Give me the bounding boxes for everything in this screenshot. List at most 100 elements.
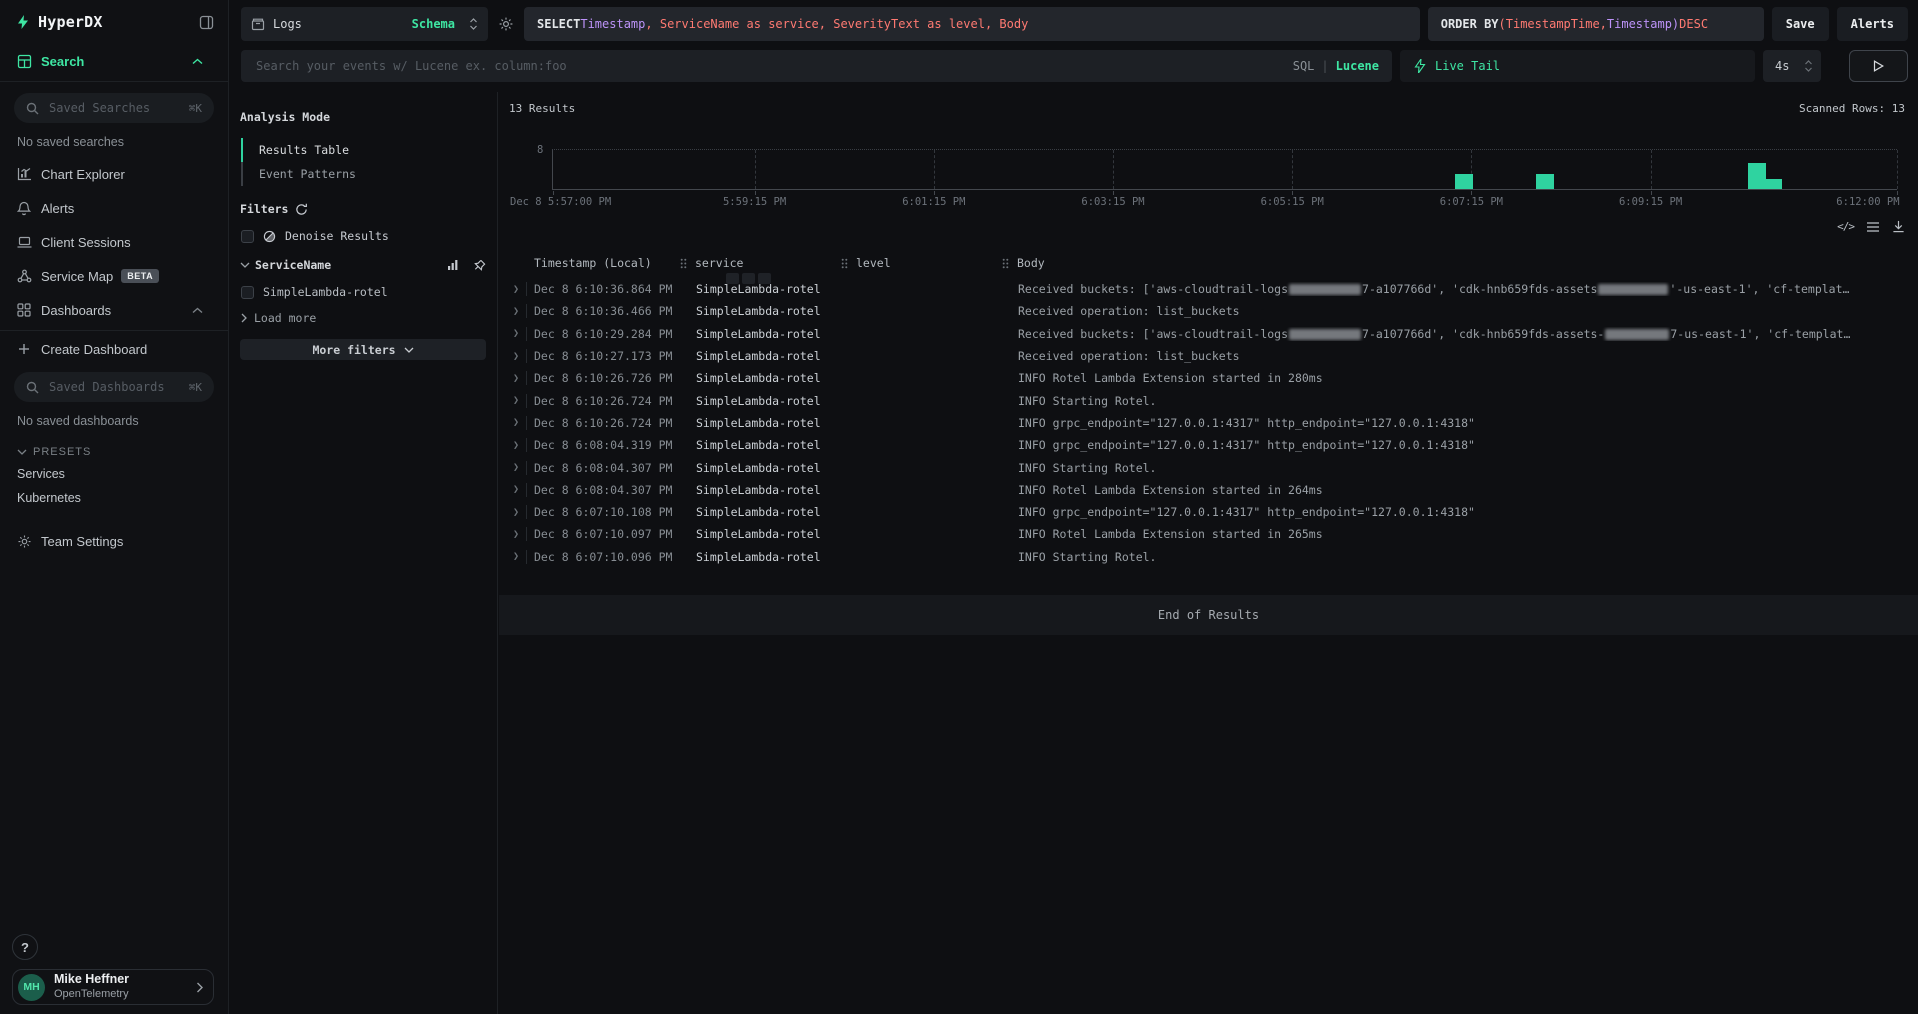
facet-value[interactable]: SimpleLambda-rotel xyxy=(241,285,486,299)
cell-service: SimpleLambda-rotel xyxy=(696,527,857,541)
results-histogram[interactable]: 8 Dec 8 5:57:00 PM5:59:15 PM6:01:15 PM6:… xyxy=(552,149,1897,190)
table-row[interactable]: ❯Dec 8 6:07:10.097 PMSimpleLambda-rotelI… xyxy=(498,523,1918,545)
saved-searches-input[interactable] xyxy=(47,100,189,116)
event-search-input[interactable] xyxy=(254,58,1285,74)
column-header-service[interactable]: service xyxy=(696,256,857,270)
panel-toggle-icon[interactable] xyxy=(199,15,214,30)
table-row[interactable]: ❯Dec 8 6:10:36.864 PMSimpleLambda-rotelR… xyxy=(498,278,1918,300)
row-expand-chevron[interactable]: ❯ xyxy=(506,351,526,362)
sql-option[interactable]: SQL xyxy=(1293,59,1315,73)
sidebar-item-search[interactable]: Search xyxy=(0,44,228,78)
denoise-checkbox[interactable] xyxy=(241,230,254,243)
analysis-mode-header: Analysis Mode xyxy=(240,110,486,124)
table-row[interactable]: ❯Dec 8 6:10:26.724 PMSimpleLambda-rotelI… xyxy=(498,389,1918,411)
table-row[interactable]: ❯Dec 8 6:10:27.173 PMSimpleLambda-rotelR… xyxy=(498,345,1918,367)
row-expand-chevron[interactable]: ❯ xyxy=(506,507,526,518)
facet-values: SimpleLambda-rotel xyxy=(240,285,486,299)
refresh-interval-select[interactable]: 4s xyxy=(1763,50,1821,82)
row-expand-chevron[interactable]: ❯ xyxy=(506,284,526,295)
column-label: Body xyxy=(1017,256,1045,270)
denoise-results-filter[interactable]: Denoise Results xyxy=(241,229,486,243)
table-row[interactable]: ❯Dec 8 6:08:04.307 PMSimpleLambda-rotelI… xyxy=(498,456,1918,478)
x-axis-tick xyxy=(1471,191,1472,195)
table-row[interactable]: ❯Dec 8 6:08:04.319 PMSimpleLambda-rotelI… xyxy=(498,434,1918,456)
redacted-text xyxy=(1605,329,1669,340)
table-row[interactable]: ❯Dec 8 6:08:04.307 PMSimpleLambda-rotelI… xyxy=(498,479,1918,501)
table-row[interactable]: ❯Dec 8 6:07:10.096 PMSimpleLambda-rotelI… xyxy=(498,546,1918,568)
facet-servicename-header[interactable]: ServiceName xyxy=(240,258,486,272)
lucene-option[interactable]: Lucene xyxy=(1336,59,1379,73)
order-by-editor[interactable]: ORDER BY (TimestampTime, Timestamp) DESC xyxy=(1428,7,1764,41)
sidebar-item-dashboards[interactable]: Dashboards xyxy=(0,293,228,327)
column-grip-icon[interactable] xyxy=(680,258,687,269)
list-icon[interactable] xyxy=(1866,221,1880,233)
presets-toggle[interactable]: PRESETS xyxy=(0,436,228,462)
shortcut-badge: ⌘K xyxy=(189,381,202,394)
column-grip-icon[interactable] xyxy=(841,258,848,269)
load-more-button[interactable]: Load more xyxy=(241,311,486,325)
code-icon[interactable]: </> xyxy=(1837,220,1854,233)
query-language-toggle[interactable]: SQL | Lucene xyxy=(1293,59,1379,73)
cell-service: SimpleLambda-rotel xyxy=(696,304,857,318)
help-button[interactable]: ? xyxy=(12,934,38,960)
sidebar-item-team-settings[interactable]: Team Settings xyxy=(0,524,228,558)
row-expand-chevron[interactable]: ❯ xyxy=(506,417,526,428)
chevron-up-icon[interactable] xyxy=(189,58,205,65)
event-search-box[interactable]: SQL | Lucene xyxy=(241,50,1392,82)
preset-item-kubernetes[interactable]: Kubernetes xyxy=(0,486,228,510)
play-button[interactable] xyxy=(1849,50,1908,82)
more-filters-button[interactable]: More filters xyxy=(240,339,486,360)
cell-body: Received operation: list_buckets xyxy=(1018,349,1918,363)
sidebar-item-client-sessions[interactable]: Client Sessions xyxy=(0,225,228,259)
row-expand-chevron[interactable]: ❯ xyxy=(506,551,526,562)
select-query-editor[interactable]: SELECT Timestamp, ServiceName as service… xyxy=(524,7,1420,41)
row-expand-chevron[interactable]: ❯ xyxy=(506,462,526,473)
row-expand-chevron[interactable]: ❯ xyxy=(506,395,526,406)
results-count: 13 Results xyxy=(509,102,575,115)
row-expand-chevron[interactable]: ❯ xyxy=(506,529,526,540)
sidebar-item-alerts[interactable]: Alerts xyxy=(0,191,228,225)
table-row[interactable]: ❯Dec 8 6:07:10.108 PMSimpleLambda-rotelI… xyxy=(498,501,1918,523)
chart-gridline xyxy=(934,150,935,189)
source-select[interactable]: Logs Schema xyxy=(241,7,488,41)
gear-icon[interactable] xyxy=(496,16,516,32)
saved-searches-search[interactable]: ⌘K xyxy=(14,93,214,123)
create-dashboard-button[interactable]: Create Dashboard xyxy=(0,334,228,364)
preset-item-services[interactable]: Services xyxy=(0,462,228,486)
download-icon[interactable] xyxy=(1892,220,1905,233)
cell-body: INFO Rotel Lambda Extension started in 2… xyxy=(1018,483,1918,497)
save-button[interactable]: Save xyxy=(1772,7,1829,41)
column-grip-icon[interactable] xyxy=(1002,258,1009,269)
sidebar-item-service-map[interactable]: Service MapBETA xyxy=(0,259,228,293)
logo-row: HyperDX xyxy=(0,0,228,44)
live-tail-button[interactable]: Live Tail xyxy=(1400,50,1755,82)
sidebar-item-chart-explorer[interactable]: Chart Explorer xyxy=(0,157,228,191)
alerts-button[interactable]: Alerts xyxy=(1837,7,1908,41)
chevron-down-icon xyxy=(17,449,27,455)
table-row[interactable]: ❯Dec 8 6:10:36.466 PMSimpleLambda-rotelR… xyxy=(498,300,1918,322)
mode-results-table[interactable]: Results Table xyxy=(241,138,486,162)
table-row[interactable]: ❯Dec 8 6:10:29.284 PMSimpleLambda-rotelR… xyxy=(498,323,1918,345)
shortcut-badge: ⌘K xyxy=(189,102,202,115)
chevron-up-icon[interactable] xyxy=(189,307,205,314)
live-tail-label: Live Tail xyxy=(1435,59,1500,73)
mini-chart-icon[interactable] xyxy=(447,259,461,272)
cell-timestamp: Dec 8 6:10:26.726 PM xyxy=(526,371,696,385)
refresh-icon[interactable] xyxy=(295,203,308,216)
mode-event-patterns[interactable]: Event Patterns xyxy=(241,162,486,186)
facet-value-checkbox[interactable] xyxy=(241,286,254,299)
saved-dashboards-search[interactable]: ⌘K xyxy=(14,372,214,402)
column-header-body[interactable]: Body xyxy=(1018,256,1918,270)
table-row[interactable]: ❯Dec 8 6:10:26.726 PMSimpleLambda-rotelI… xyxy=(498,367,1918,389)
pin-icon[interactable] xyxy=(473,259,486,272)
saved-dashboards-input[interactable] xyxy=(47,379,189,395)
row-expand-chevron[interactable]: ❯ xyxy=(506,373,526,384)
row-expand-chevron[interactable]: ❯ xyxy=(506,484,526,495)
column-header-level[interactable]: level xyxy=(857,256,1018,270)
table-row[interactable]: ❯Dec 8 6:10:26.724 PMSimpleLambda-rotelI… xyxy=(498,412,1918,434)
row-expand-chevron[interactable]: ❯ xyxy=(506,306,526,317)
column-header-timestamp-local[interactable]: Timestamp (Local) xyxy=(526,256,696,270)
row-expand-chevron[interactable]: ❯ xyxy=(506,328,526,339)
user-profile-card[interactable]: MH Mike Heffner OpenTelemetry xyxy=(12,969,214,1005)
row-expand-chevron[interactable]: ❯ xyxy=(506,440,526,451)
